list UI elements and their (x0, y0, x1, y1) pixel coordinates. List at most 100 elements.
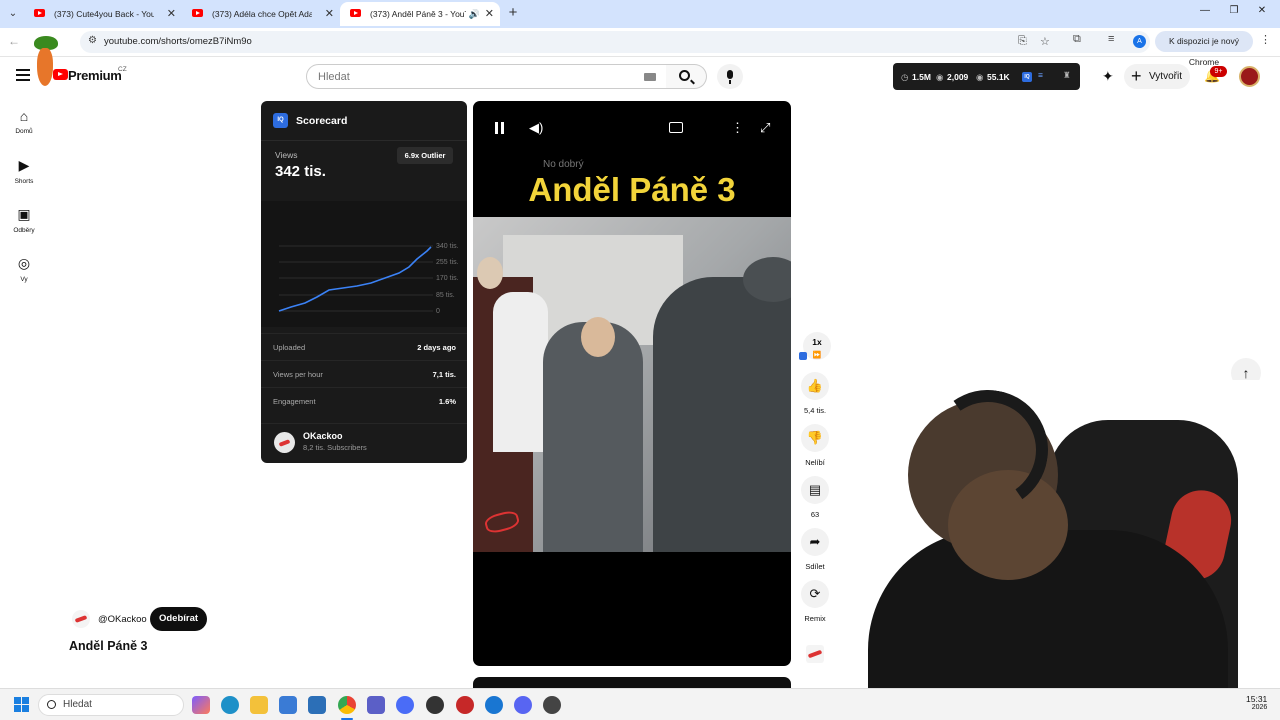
remix-icon: ⟳ (801, 580, 829, 608)
shorts-icon: ▶ (18, 157, 30, 173)
list-icon[interactable]: ≡ (1038, 70, 1043, 80)
app-blue-icon[interactable] (485, 696, 503, 714)
teams-icon[interactable] (367, 696, 385, 714)
remix-button[interactable]: ⟳ Remix (800, 580, 830, 623)
outlier-badge: 6.9x Outlier (397, 147, 453, 164)
address-bar[interactable]: ⚙ youtube.com/shorts/omezB7iNm9o ⎘ ☆ (80, 31, 1150, 53)
update-chrome-button[interactable]: K dispozici je nový Chrome (1155, 31, 1253, 67)
file-explorer-icon[interactable] (250, 696, 268, 714)
home-icon: ⌂ (19, 108, 29, 124)
voice-search-icon[interactable] (717, 64, 743, 89)
account-avatar[interactable] (1239, 66, 1260, 87)
install-app-icon[interactable]: ⎘ (1018, 35, 1027, 48)
reading-list-icon[interactable]: ≡ (1108, 33, 1114, 45)
sidebar-item-subscriptions[interactable]: ▣ Odběry (0, 206, 48, 234)
scene-girl (543, 322, 643, 552)
pause-icon[interactable] (495, 122, 505, 134)
chrome-menu-icon[interactable]: ⋮ (1260, 33, 1271, 46)
chart-gridlines (279, 245, 433, 312)
discord-icon[interactable] (514, 696, 532, 714)
country-code: CZ (118, 66, 127, 73)
vidiq-icon[interactable]: IQ (1022, 72, 1032, 82)
back-arrow-icon[interactable]: ← (8, 34, 20, 48)
subscribe-button[interactable]: Odebírat (150, 607, 207, 631)
wps-icon[interactable] (426, 696, 444, 714)
sidebar-item-label: Shorts (14, 178, 34, 185)
sidebar-item-you[interactable]: ◎ Vy (0, 255, 48, 283)
channel-name[interactable]: OKackoo (303, 431, 343, 441)
channel-handle[interactable]: @OKackoo (98, 614, 147, 625)
stat-label: Views per hour (273, 370, 323, 379)
app-red-icon[interactable] (456, 696, 474, 714)
minimize-icon[interactable]: — (1195, 5, 1215, 16)
more-options-icon[interactable]: ⋮ (731, 120, 744, 136)
windows-start-icon[interactable] (14, 697, 30, 713)
search-button[interactable] (666, 64, 707, 89)
video-frame[interactable] (473, 217, 791, 552)
sidebar-item-label: Odběry (13, 227, 35, 234)
copilot-icon[interactable] (192, 696, 210, 714)
volume-icon[interactable]: ◀) (529, 120, 543, 136)
short-title[interactable]: Anděl Páně 3 (69, 639, 148, 653)
bookmark-star-icon[interactable]: ☆ (1040, 35, 1050, 48)
close-tab-icon[interactable]: ✕ (167, 2, 176, 26)
outlook-icon[interactable] (308, 696, 326, 714)
tab-cute4you[interactable]: (373) Cute4you Back - YouTube ✕ (24, 2, 182, 26)
edge-icon[interactable] (221, 696, 239, 714)
tick-label: 0 (436, 308, 440, 315)
dislike-button[interactable]: 👎 Nelíbí (800, 424, 830, 467)
scorecard-header: IQ Scorecard (261, 101, 467, 141)
keyboard-icon[interactable] (644, 73, 656, 81)
profile-avatar[interactable]: A (1133, 35, 1146, 48)
playback-speed-button[interactable]: 1x ⏩ (803, 332, 831, 360)
taskbar-search[interactable]: Hledat (38, 694, 184, 716)
sidebar-item-shorts[interactable]: ▶ Shorts (0, 157, 48, 185)
store-icon[interactable] (279, 696, 297, 714)
youtube-play-logo-icon[interactable] (53, 69, 68, 80)
carrot-logo-icon[interactable] (34, 36, 58, 88)
captions-icon[interactable] (669, 122, 683, 133)
tab-strip: ⌄ (373) Cute4you Back - YouTube ✕ (373) … (0, 0, 1280, 28)
stat-subs: 1.5M (912, 72, 931, 82)
close-tab-icon[interactable]: ✕ (485, 2, 494, 26)
like-button[interactable]: 👍 5,4 tis. (800, 372, 830, 415)
stat-videos: 2,009 (947, 72, 969, 82)
taskbar-clock[interactable]: 15:31 2026 (1246, 694, 1267, 711)
create-button[interactable]: Vytvořit (1124, 64, 1190, 89)
close-tab-icon[interactable]: ✕ (325, 2, 334, 26)
shorts-player[interactable]: ◀) ⋮ ⤢ No dobrý Anděl Páně 3 (473, 101, 791, 666)
tab-adela[interactable]: (373) Adéla chce Opět Adama! ✕ (182, 2, 340, 26)
extensions-icon[interactable]: ⧉ (1073, 33, 1081, 46)
share-button[interactable]: ➦ Sdílet (800, 528, 830, 571)
scorecard-panel: IQ Scorecard Views 342 tis. 6.9x Outlier… (261, 101, 467, 463)
youtube-favicon-icon (34, 9, 45, 17)
channel-stats-pill[interactable]: ◷ 1.5M ◉ 2,009 ◉ 55.1K IQ ≡ ♜ (893, 63, 1080, 90)
site-info-icon[interactable]: ⚙ (88, 35, 97, 46)
tab-search-chevron-icon[interactable]: ⌄ (4, 5, 22, 23)
maximize-icon[interactable]: ❐ (1224, 5, 1244, 16)
vidiq-small-icon (799, 352, 807, 360)
sidebar-item-home[interactable]: ⌂ Domů (0, 108, 48, 135)
comments-button[interactable]: ▤ 63 (800, 476, 830, 519)
tab-andel-pane[interactable]: (373) Anděl Páně 3 - YouTube 🔊 ✕ (340, 2, 500, 26)
sound-source-avatar[interactable] (806, 645, 824, 663)
ai-assistant-icon[interactable]: ✦ (1102, 68, 1114, 85)
tick-label: 340 tis. (436, 243, 459, 250)
chrome-icon[interactable] (338, 696, 356, 714)
trophy-icon[interactable]: ♜ (1063, 70, 1071, 81)
channel-avatar[interactable] (274, 432, 295, 453)
stat-label: Engagement (273, 397, 316, 406)
app-icon[interactable] (396, 696, 414, 714)
scorecard-channel[interactable]: OKackoo 8,2 tis. Subscribers (261, 423, 467, 463)
search-input[interactable]: Hledat (306, 64, 667, 89)
hamburger-menu-icon[interactable] (16, 69, 30, 81)
youtube-premium-logo[interactable]: Premium (68, 68, 122, 83)
channel-avatar[interactable] (72, 610, 90, 628)
fullscreen-icon[interactable]: ⤢ (760, 120, 770, 136)
url-text[interactable]: youtube.com/shorts/omezB7iNm9o (104, 36, 252, 47)
audio-playing-icon[interactable]: 🔊 (469, 2, 480, 26)
tick-label: 170 tis. (436, 275, 459, 282)
app-dark-icon[interactable] (543, 696, 561, 714)
close-window-icon[interactable]: ✕ (1252, 5, 1272, 16)
new-tab-button[interactable]: + (504, 4, 522, 21)
